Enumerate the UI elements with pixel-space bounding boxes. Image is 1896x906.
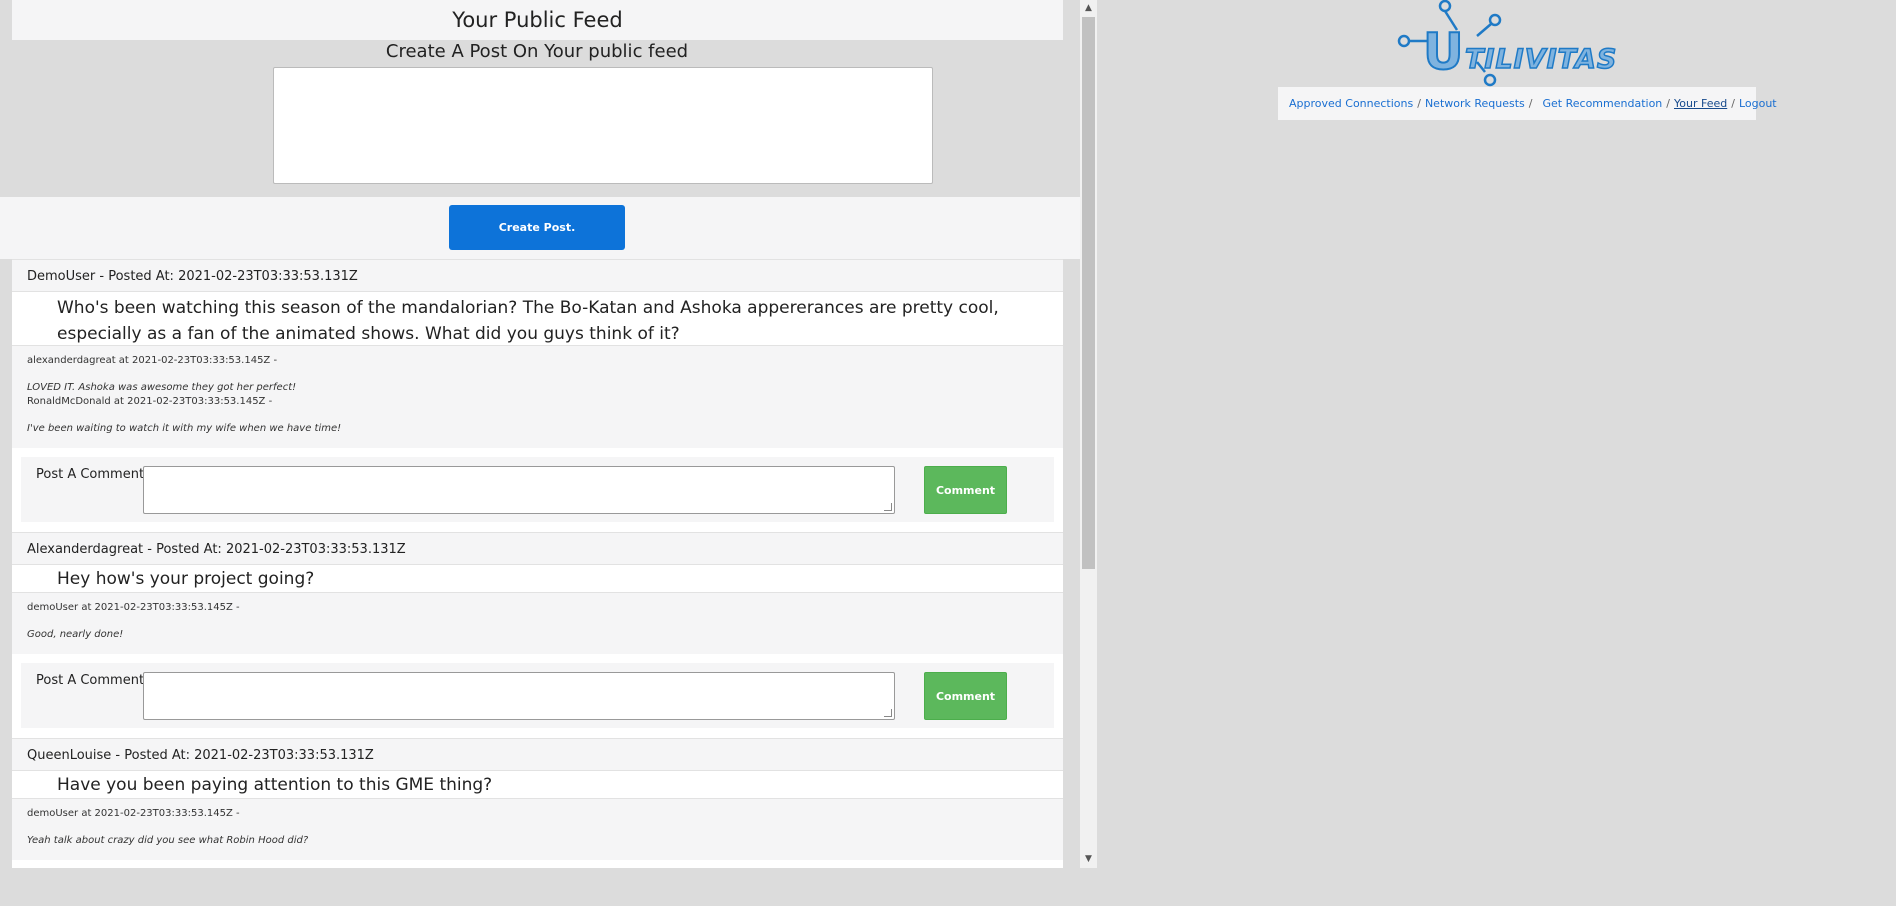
svg-text:U: U: [1423, 23, 1464, 81]
nav-separator: /: [1417, 97, 1421, 110]
utilivitas-logo: U TILIVITAS: [1397, 0, 1617, 87]
comment-author: demoUser at 2021-02-23T03:33:53.145Z -: [27, 602, 240, 613]
post-header: DemoUser - Posted At: 2021-02-23T03:33:5…: [12, 259, 1063, 292]
post: Alexanderdagreat - Posted At: 2021-02-23…: [12, 532, 1063, 738]
create-post-textarea[interactable]: [273, 67, 933, 184]
comment-form-wrap: Post A Comment: Comment: [12, 448, 1063, 532]
resize-grip-icon[interactable]: [884, 709, 892, 717]
comments-list: demoUser at 2021-02-23T03:33:53.145Z - G…: [12, 592, 1063, 654]
feed-frame: Your Public Feed Create A Post On Your p…: [0, 0, 1097, 868]
nav-approved-connections[interactable]: Approved Connections: [1289, 97, 1413, 110]
post: DemoUser - Posted At: 2021-02-23T03:33:5…: [12, 259, 1063, 532]
comment-text: LOVED IT. Ashoka was awesome they got he…: [27, 382, 297, 393]
comment-form-wrap: Post A Comment: Comment: [12, 654, 1063, 738]
post-body: Hey how's your project going?: [12, 565, 1063, 592]
comment-button[interactable]: Comment: [924, 672, 1007, 720]
comment-text: I've been waiting to watch it with my wi…: [27, 423, 342, 434]
logo-text: TILIVITAS: [1465, 44, 1617, 75]
comment-label: Post A Comment:: [36, 673, 149, 688]
scroll-down-icon[interactable]: ▼: [1080, 851, 1097, 868]
vertical-scrollbar[interactable]: ▲ ▼: [1080, 0, 1097, 868]
comment-form-wrap: [12, 860, 1063, 868]
scroll-thumb[interactable]: [1082, 17, 1095, 569]
create-post-label: Create A Post On Your public feed: [385, 41, 689, 62]
comment: demoUser at 2021-02-23T03:33:53.145Z - G…: [27, 601, 1048, 642]
comment-button[interactable]: Comment: [924, 466, 1007, 514]
comment-form: Post A Comment: Comment: [21, 456, 1054, 522]
nav-your-feed[interactable]: Your Feed: [1674, 97, 1727, 110]
post-header: QueenLouise - Posted At: 2021-02-23T03:3…: [12, 738, 1063, 771]
nav-network-requests[interactable]: Network Requests: [1425, 97, 1525, 110]
comment-text: Yeah talk about crazy did you see what R…: [27, 835, 309, 846]
scroll-up-icon[interactable]: ▲: [1080, 0, 1097, 17]
comment-form: Post A Comment: Comment: [21, 662, 1054, 728]
create-post-button[interactable]: Create Post.: [449, 205, 625, 250]
comment: RonaldMcDonald at 2021-02-23T03:33:53.14…: [27, 395, 1048, 436]
comment-input[interactable]: [143, 672, 895, 720]
post-body: Have you been paying attention to this G…: [12, 771, 1063, 798]
comments-list: demoUser at 2021-02-23T03:33:53.145Z - Y…: [12, 798, 1063, 860]
comments-list: alexanderdagreat at 2021-02-23T03:33:53.…: [12, 345, 1063, 448]
comment-author: RonaldMcDonald at 2021-02-23T03:33:53.14…: [27, 396, 273, 407]
nav-logout[interactable]: Logout: [1739, 97, 1777, 110]
comment-author: alexanderdagreat at 2021-02-23T03:33:53.…: [27, 355, 278, 366]
resize-grip-icon[interactable]: [884, 503, 892, 511]
post: QueenLouise - Posted At: 2021-02-23T03:3…: [12, 738, 1063, 868]
post-body: Who's been watching this season of the m…: [12, 292, 1063, 345]
post-header: Alexanderdagreat - Posted At: 2021-02-23…: [12, 532, 1063, 565]
feed-content: Your Public Feed Create A Post On Your p…: [0, 0, 1080, 868]
comment-label: Post A Comment:: [36, 467, 149, 482]
feed-title-bar: Your Public Feed: [12, 0, 1063, 40]
nav-separator: /: [1666, 97, 1670, 110]
page-title: Your Public Feed: [452, 8, 623, 32]
comment-input[interactable]: [143, 466, 895, 514]
comment: alexanderdagreat at 2021-02-23T03:33:53.…: [27, 354, 1048, 395]
comment-text: Good, nearly done!: [27, 629, 124, 640]
comment: demoUser at 2021-02-23T03:33:53.145Z - Y…: [27, 807, 1048, 848]
top-nav: Approved Connections / Network Requests / Ge…: [1278, 87, 1777, 120]
create-post-bar: Create Post.: [0, 197, 1080, 259]
nav-separator: /: [1731, 97, 1735, 110]
posts-list: DemoUser - Posted At: 2021-02-23T03:33:5…: [12, 259, 1063, 868]
nav-separator: /: [1528, 97, 1533, 110]
nav-get-recommendation[interactable]: Get Recommendation: [1543, 97, 1663, 110]
comment-author: demoUser at 2021-02-23T03:33:53.145Z -: [27, 808, 240, 819]
